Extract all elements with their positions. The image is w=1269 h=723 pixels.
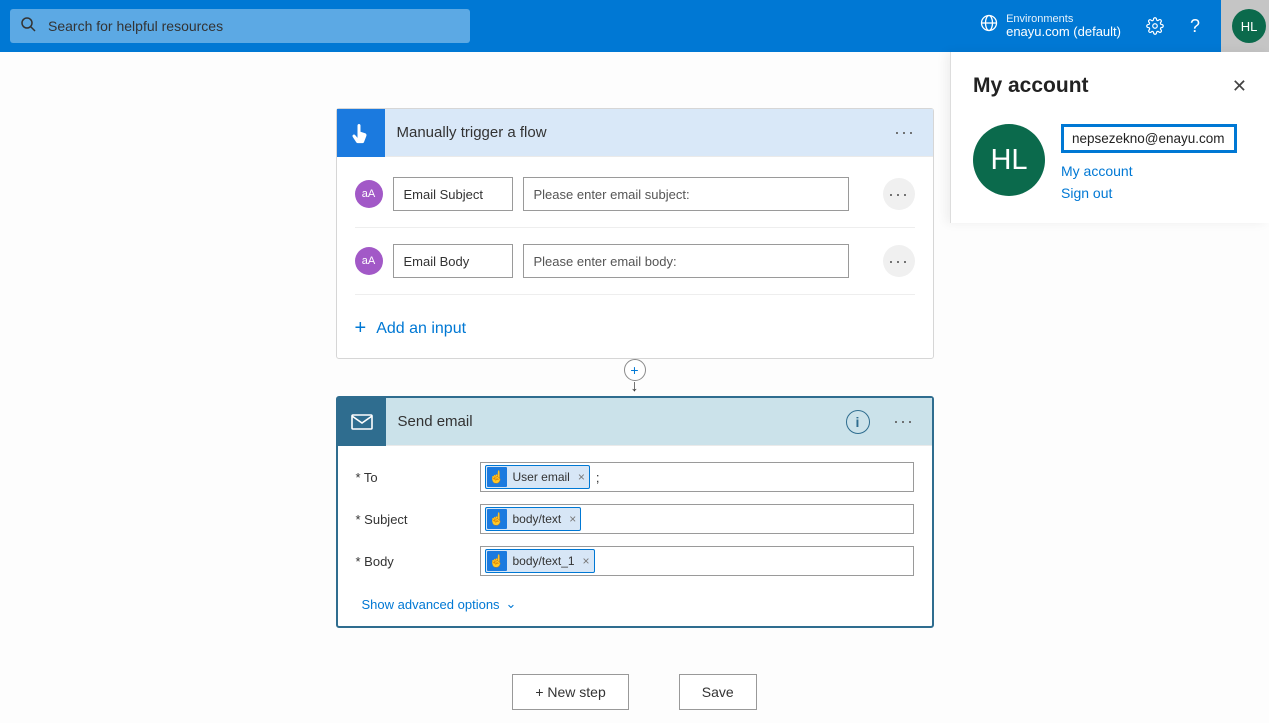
account-panel: My account ✕ HL nepsezekno@enayu.com My … [950, 52, 1269, 223]
search-input[interactable] [46, 17, 460, 35]
send-email-icon [338, 398, 386, 446]
account-avatar[interactable]: HL [1232, 9, 1266, 43]
avatar-host: HL [1221, 0, 1269, 52]
subject-input[interactable]: ☝ body/text × [480, 504, 914, 534]
param-value-input[interactable]: Please enter email subject: [523, 177, 849, 211]
search-container[interactable] [10, 9, 470, 43]
insert-step-button[interactable]: + [624, 359, 646, 381]
token-icon: ☝ [487, 551, 507, 571]
add-input-label: Add an input [376, 320, 466, 338]
trigger-card-menu[interactable]: ··· [889, 117, 921, 149]
trigger-param-row: aA Email Body Please enter email body: ·… [355, 234, 915, 288]
connector: + ↓ [615, 359, 655, 396]
param-menu[interactable]: ··· [883, 178, 915, 210]
advanced-label: Show advanced options [362, 597, 500, 612]
trigger-card-body: aA Email Subject Please enter email subj… [337, 157, 933, 358]
environment-picker[interactable]: Environments enayu.com (default) [980, 13, 1121, 39]
trigger-card-title: Manually trigger a flow [397, 124, 877, 141]
text-param-icon: aA [355, 247, 383, 275]
info-button[interactable]: i [846, 410, 870, 434]
environment-text: Environments enayu.com (default) [1006, 13, 1121, 39]
trigger-card-header[interactable]: Manually trigger a flow ··· [337, 109, 933, 157]
account-avatar-large: HL [973, 124, 1045, 196]
save-button[interactable]: Save [679, 674, 757, 710]
question-icon: ? [1190, 16, 1200, 37]
form-row-to: * To ☝ User email × ; [356, 456, 914, 498]
new-step-button[interactable]: + New step [512, 674, 628, 710]
action-card-header[interactable]: Send email i ··· [338, 398, 932, 446]
environment-name: enayu.com (default) [1006, 25, 1121, 39]
param-menu[interactable]: ··· [883, 245, 915, 277]
token-label: body/text [513, 512, 562, 526]
dynamic-token[interactable]: ☝ body/text × [485, 507, 582, 531]
token-label: body/text_1 [513, 554, 575, 568]
token-label: User email [513, 470, 570, 484]
account-panel-body: HL nepsezekno@enayu.com My account Sign … [973, 124, 1247, 201]
dynamic-token[interactable]: ☝ body/text_1 × [485, 549, 595, 573]
account-panel-title: My account [973, 74, 1089, 98]
field-label: * Body [356, 554, 466, 569]
token-remove[interactable]: × [578, 470, 585, 484]
my-account-link[interactable]: My account [1061, 163, 1237, 179]
action-card: Send email i ··· * To ☝ User email × ; *… [336, 396, 934, 628]
account-email[interactable]: nepsezekno@enayu.com [1061, 124, 1237, 153]
trigger-card: Manually trigger a flow ··· aA Email Sub… [336, 108, 934, 359]
action-card-title: Send email [398, 413, 834, 430]
account-links: nepsezekno@enayu.com My account Sign out [1061, 124, 1237, 201]
form-row-subject: * Subject ☝ body/text × [356, 498, 914, 540]
plus-icon: + [355, 317, 367, 340]
param-label[interactable]: Email Body [393, 244, 513, 278]
param-value-input[interactable]: Please enter email body: [523, 244, 849, 278]
close-icon[interactable]: ✕ [1232, 76, 1247, 97]
to-input[interactable]: ☝ User email × ; [480, 462, 914, 492]
dynamic-token[interactable]: ☝ User email × [485, 465, 590, 489]
manual-trigger-icon [337, 109, 385, 157]
param-label[interactable]: Email Subject [393, 177, 513, 211]
globe-icon [980, 14, 998, 37]
search-icon [20, 16, 36, 37]
form-row-body: * Body ☝ body/text_1 × [356, 540, 914, 582]
help-button[interactable]: ? [1179, 10, 1211, 42]
bottom-button-row: + New step Save [0, 674, 1269, 710]
action-card-menu[interactable]: ··· [888, 406, 920, 438]
environment-label: Environments [1006, 13, 1121, 25]
token-remove[interactable]: × [583, 554, 590, 568]
show-advanced-options[interactable]: Show advanced options ⌄ [356, 582, 914, 616]
chevron-down-icon: ⌄ [506, 596, 517, 612]
to-suffix: ; [596, 470, 600, 485]
token-icon: ☝ [487, 509, 507, 529]
add-input-button[interactable]: + Add an input [355, 301, 915, 348]
text-param-icon: aA [355, 180, 383, 208]
top-bar: Environments enayu.com (default) ? HL [0, 0, 1269, 52]
token-icon: ☝ [487, 467, 507, 487]
token-remove[interactable]: × [569, 512, 576, 526]
sign-out-link[interactable]: Sign out [1061, 185, 1237, 201]
account-panel-header: My account ✕ [973, 74, 1247, 98]
field-label: * To [356, 470, 466, 485]
trigger-param-row: aA Email Subject Please enter email subj… [355, 167, 915, 221]
action-card-body: * To ☝ User email × ; * Subject ☝ body/t… [338, 446, 932, 626]
body-input[interactable]: ☝ body/text_1 × [480, 546, 914, 576]
gear-icon [1146, 17, 1164, 35]
field-label: * Subject [356, 512, 466, 527]
settings-button[interactable] [1139, 10, 1171, 42]
